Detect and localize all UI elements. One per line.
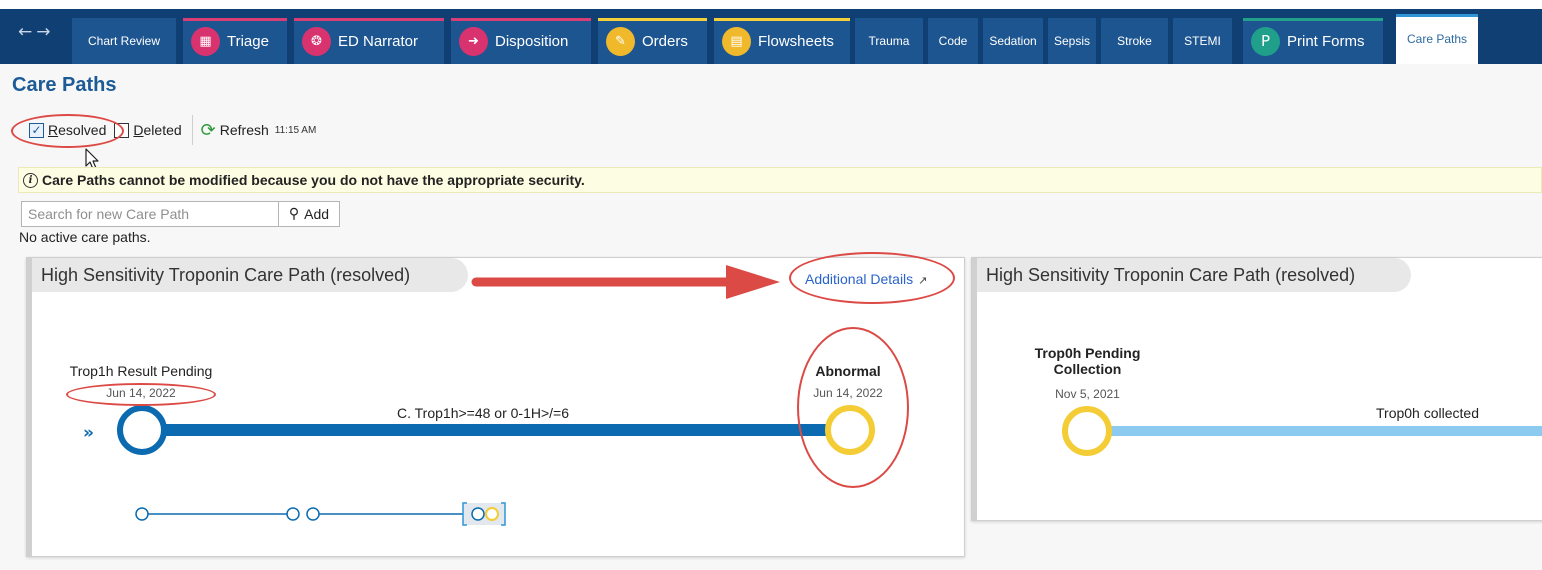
tab-label: Trauma — [868, 34, 910, 48]
tab-label: Orders — [642, 32, 688, 50]
refresh-label: Refresh — [219, 122, 269, 138]
tab-chart-review[interactable]: Chart Review — [72, 18, 176, 64]
orders-icon: ✎ — [606, 26, 635, 56]
disposition-icon: ➜ — [459, 26, 488, 56]
minimap-node[interactable] — [135, 507, 149, 521]
care-path-card-1: High Sensitivity Troponin Care Path (res… — [26, 257, 965, 557]
tab-label: Sedation — [989, 34, 1037, 48]
tab-accent-bar — [1243, 18, 1383, 21]
tab-care-paths[interactable]: Care Paths — [1396, 14, 1478, 64]
deleted-label: Deleted — [133, 122, 182, 138]
security-warning-banner: i Care Paths cannot be modified because … — [18, 167, 1542, 193]
resolved-label: Resolved — [48, 122, 107, 138]
tab-trauma[interactable]: Trauma — [855, 18, 923, 64]
page-title: Care Paths — [12, 74, 117, 96]
tab-accent-bar — [183, 18, 287, 21]
narrator-icon: ❂ — [302, 26, 331, 56]
tab-accent-bar — [451, 18, 591, 21]
toolbar-divider — [191, 115, 193, 145]
search-icon: ⚲ — [288, 206, 300, 222]
tab-label: STEMI — [1184, 34, 1221, 48]
tab-accent-bar — [928, 18, 978, 21]
tab-label: ED Narrator — [338, 32, 419, 50]
tab-label: Care Paths — [1406, 32, 1468, 46]
tab-label: Sepsis — [1053, 34, 1091, 48]
tab-ed-narrator[interactable]: ❂ ED Narrator — [294, 18, 444, 64]
tab-accent-bar — [1101, 18, 1168, 21]
tab-accent-bar — [598, 18, 707, 21]
minimap-node[interactable] — [306, 507, 320, 521]
tab-disposition[interactable]: ➜ Disposition — [451, 18, 591, 64]
tab-accent-bar — [294, 18, 444, 21]
tab-triage[interactable]: ▦ Triage — [183, 18, 287, 64]
minimap-node[interactable] — [471, 507, 485, 521]
tab-stemi[interactable]: STEMI — [1173, 18, 1232, 64]
start-node[interactable] — [117, 405, 167, 455]
minimap-node-current[interactable] — [485, 507, 499, 521]
tab-accent-bar — [855, 18, 923, 21]
minimap-node[interactable] — [286, 507, 300, 521]
print-forms-icon: P — [1251, 26, 1280, 56]
tab-sepsis[interactable]: Sepsis — [1048, 18, 1096, 64]
card-1-path-graph: » — [83, 405, 875, 526]
triage-icon: ▦ — [191, 26, 220, 56]
refresh-icon: ⟳ — [200, 119, 216, 141]
no-active-message: No active care paths. — [19, 229, 151, 245]
tab-flowsheets[interactable]: ▤ Flowsheets — [714, 18, 850, 64]
activity-tab-bar: ←→ Chart Review ▦ Triage ❂ ED Narrator ➜ Dispo… — [0, 0, 1542, 64]
search-row: ⚲ Add — [21, 201, 340, 227]
tab-label: Chart Review — [87, 34, 161, 48]
card-2-path-graph — [1062, 406, 1542, 456]
info-icon: i — [23, 172, 38, 188]
add-button[interactable]: ⚲ Add — [279, 201, 340, 227]
tab-label: Disposition — [495, 32, 569, 50]
flowsheets-icon: ▤ — [722, 26, 751, 56]
annotation-arrow-icon — [471, 265, 780, 299]
refresh-time: 11:15 AM — [274, 124, 317, 136]
end-node[interactable] — [825, 405, 875, 455]
tab-label: Triage — [227, 32, 269, 50]
tab-label: Stroke — [1117, 34, 1152, 48]
warning-text: Care Paths cannot be modified because yo… — [42, 172, 585, 188]
tab-label: Flowsheets — [758, 32, 834, 50]
care-path-card-2: High Sensitivity Troponin Care Path (res… — [971, 257, 1542, 521]
resolved-checkbox[interactable]: ✓ Resolved — [29, 122, 106, 138]
tab-accent-bar — [1396, 14, 1478, 17]
back-forward-arrows-icon[interactable]: ←→ — [18, 22, 55, 42]
tab-orders[interactable]: ✎ Orders — [598, 18, 707, 64]
tab-print-forms[interactable]: P Print Forms — [1243, 18, 1383, 64]
tab-accent-bar — [714, 18, 850, 21]
tab-code[interactable]: Code — [928, 18, 978, 64]
care-paths-window: ←→ Chart Review ▦ Triage ❂ ED Narrator ➜ Dispo… — [0, 0, 1542, 570]
tab-label: Code — [938, 34, 968, 48]
deleted-check-icon[interactable] — [114, 122, 130, 138]
chevron-right-icon: » — [83, 423, 94, 443]
add-label: Add — [304, 206, 330, 222]
tab-accent-bar — [72, 18, 176, 21]
tab-label: Print Forms — [1287, 32, 1365, 50]
tab-sedation[interactable]: Sedation — [983, 18, 1043, 64]
card-2-start-node[interactable] — [1062, 406, 1112, 456]
deleted-checkbox[interactable]: Deleted — [114, 122, 182, 138]
care-path-search-input[interactable] — [21, 201, 279, 227]
resolved-check-icon[interactable]: ✓ — [29, 122, 44, 138]
refresh-button[interactable]: ⟳ Refresh 11:15 AM — [201, 120, 317, 141]
tab-accent-bar — [1048, 18, 1096, 21]
care-paths-toolbar: ✓ Resolved Deleted ⟳ Refresh 11:15 AM — [29, 115, 324, 145]
tab-stroke[interactable]: Stroke — [1101, 18, 1168, 64]
tab-accent-bar — [983, 18, 1043, 21]
tab-accent-bar — [1173, 18, 1232, 21]
